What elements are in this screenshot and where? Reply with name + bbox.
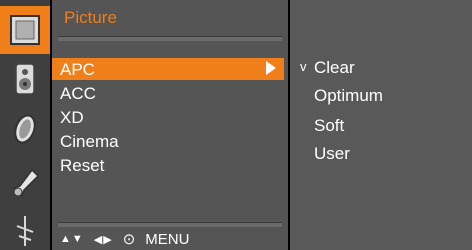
submenu-item-label: Optimum bbox=[314, 86, 383, 105]
apc-submenu-panel: v Clear Optimum Soft User bbox=[290, 0, 472, 250]
rail-item-option[interactable] bbox=[0, 158, 50, 208]
clock-icon bbox=[14, 114, 36, 144]
menu-item-label: XD bbox=[60, 108, 84, 127]
menu-item-xd[interactable]: XD bbox=[52, 106, 284, 128]
menu-item-label: APC bbox=[60, 60, 95, 79]
menu-item-label: ACC bbox=[60, 84, 96, 103]
menu-hint-label: MENU bbox=[145, 230, 190, 248]
menu-item-apc[interactable]: APC bbox=[52, 58, 284, 80]
menu-item-cinema[interactable]: Cinema bbox=[52, 130, 284, 152]
submenu-arrow-icon bbox=[266, 61, 276, 75]
wrench-icon bbox=[12, 168, 40, 198]
picture-menu-panel: Picture APC ACC XD Cinema Reset ▲▼ ◀▶ ⊙ … bbox=[52, 0, 288, 250]
picture-icon bbox=[10, 15, 40, 45]
panel-header: Picture bbox=[52, 0, 288, 36]
checkmark-icon: v bbox=[300, 59, 307, 74]
header-divider bbox=[58, 36, 282, 41]
submenu-item-user[interactable]: User bbox=[290, 142, 472, 166]
menu-item-acc[interactable]: ACC bbox=[52, 82, 284, 104]
submenu-item-label: Clear bbox=[314, 58, 355, 77]
rail-item-picture[interactable] bbox=[0, 6, 50, 54]
submenu-item-clear[interactable]: v Clear bbox=[290, 56, 472, 80]
rail-item-time[interactable] bbox=[0, 106, 50, 152]
footer-divider bbox=[58, 222, 282, 227]
menu-item-label: Reset bbox=[60, 156, 105, 175]
submenu-item-label: User bbox=[314, 144, 350, 163]
page-title: Picture bbox=[64, 8, 117, 27]
antenna-icon bbox=[16, 216, 34, 246]
speaker-icon bbox=[15, 63, 35, 95]
navigation-hint: ▲▼ ◀▶ ⊙ MENU bbox=[60, 230, 190, 249]
rail-item-setup[interactable] bbox=[0, 212, 50, 250]
menu-item-reset[interactable]: Reset bbox=[52, 154, 284, 176]
up-down-arrows-icon: ▲▼ bbox=[60, 233, 84, 245]
category-rail bbox=[0, 0, 50, 250]
left-right-arrows-icon: ◀▶ bbox=[93, 233, 113, 246]
submenu-item-label: Soft bbox=[314, 116, 345, 135]
submenu-item-soft[interactable]: Soft bbox=[290, 114, 472, 138]
rail-item-audio[interactable] bbox=[0, 56, 50, 102]
submenu-item-optimum[interactable]: Optimum bbox=[290, 84, 472, 108]
menu-item-label: Cinema bbox=[60, 132, 119, 151]
ok-button-icon: ⊙ bbox=[122, 231, 136, 248]
tv-osd-menu: Picture APC ACC XD Cinema Reset ▲▼ ◀▶ ⊙ … bbox=[0, 0, 472, 250]
